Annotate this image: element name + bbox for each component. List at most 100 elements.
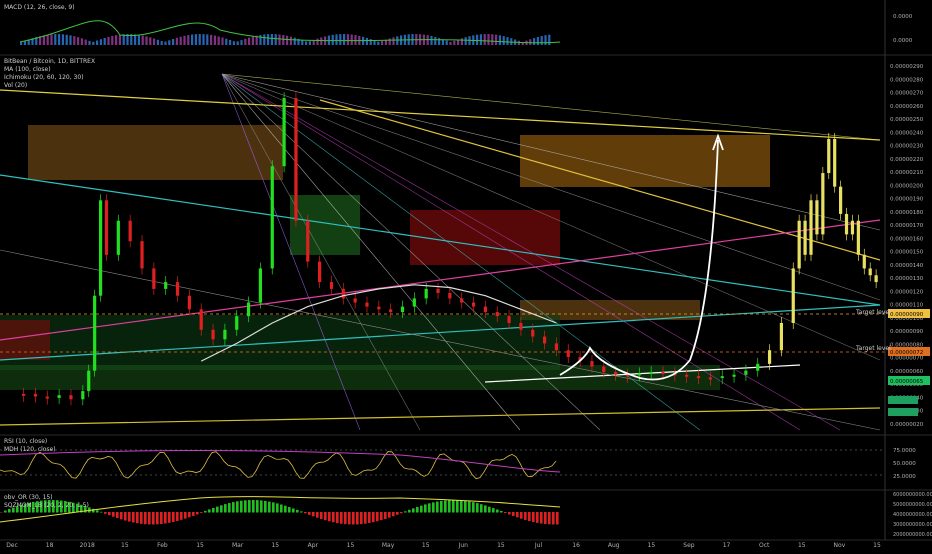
candle-body bbox=[353, 298, 357, 303]
squeeze-bar bbox=[168, 512, 171, 523]
squeeze-bar bbox=[352, 512, 355, 525]
macd-bar bbox=[164, 41, 167, 45]
shaded-zone bbox=[410, 210, 560, 265]
squeeze-bar bbox=[272, 502, 275, 513]
macd-bar bbox=[172, 39, 175, 45]
candle-body bbox=[874, 275, 878, 283]
squeeze-bar bbox=[416, 506, 419, 513]
x-tick-label: 15 bbox=[271, 542, 279, 549]
macd-bar bbox=[498, 35, 501, 45]
macd-bar bbox=[331, 34, 334, 45]
macd-bar bbox=[396, 36, 399, 45]
squeeze-bar bbox=[112, 512, 115, 517]
macd-bar bbox=[305, 41, 308, 45]
squeeze-bar bbox=[380, 512, 383, 521]
y-tick-label: 0.00000210 bbox=[890, 170, 924, 176]
macd-bar bbox=[460, 38, 463, 45]
target-level-lower: Target level bbox=[856, 345, 891, 352]
macd-y-tick: 0.0000 bbox=[893, 14, 913, 20]
x-tick-label: 2018 bbox=[80, 542, 95, 549]
squeeze-bar bbox=[164, 512, 167, 524]
squeeze-bar bbox=[268, 501, 271, 513]
y-tick-label: 0.00000260 bbox=[890, 104, 924, 110]
candle-body bbox=[649, 372, 653, 375]
macd-bar bbox=[381, 40, 384, 45]
candle-body bbox=[821, 173, 825, 235]
macd-bar bbox=[96, 40, 99, 45]
x-tick-label: 15 bbox=[648, 542, 656, 549]
squeeze-bar bbox=[376, 512, 379, 522]
squeeze-bar bbox=[552, 512, 555, 525]
squeeze-bar bbox=[240, 500, 243, 513]
y-tick-label: 0.00000270 bbox=[890, 91, 924, 97]
squeeze-bar bbox=[556, 512, 559, 525]
candle-body bbox=[69, 395, 73, 400]
macd-bar bbox=[134, 34, 137, 45]
x-tick-label: Feb bbox=[157, 542, 168, 549]
macd-bar bbox=[232, 41, 235, 45]
squeeze-bar bbox=[432, 502, 435, 513]
candle-body bbox=[211, 329, 215, 340]
candle-body bbox=[685, 374, 689, 377]
squeeze-bar bbox=[436, 501, 439, 513]
squeeze-bar bbox=[408, 509, 411, 513]
ichimoku-label: Ichimoku (20, 60, 120, 30) bbox=[4, 74, 84, 81]
x-tick-label: Sep bbox=[683, 542, 695, 549]
y-tick-label: 0.00000090 bbox=[890, 329, 924, 335]
rsi-y-tick: 75.0000 bbox=[893, 448, 916, 454]
y-tick-label: 0.00000160 bbox=[890, 236, 924, 242]
squeeze-bar bbox=[176, 512, 179, 521]
candle-body bbox=[590, 361, 594, 367]
macd-bar bbox=[179, 36, 182, 45]
x-tick-label: Jul bbox=[534, 542, 543, 549]
x-tick-label: 17 bbox=[723, 542, 731, 549]
macd-bar bbox=[240, 40, 243, 45]
macd-bar bbox=[377, 41, 380, 45]
squeeze-bar bbox=[316, 512, 319, 518]
squeeze-bar bbox=[188, 512, 191, 518]
macd-bar bbox=[464, 37, 467, 45]
osc-y-tick: 5000000000.0000 bbox=[893, 502, 932, 508]
squeeze-bar bbox=[548, 512, 551, 525]
macd-y-tick: 0.0000 bbox=[893, 38, 913, 44]
macd-bar bbox=[487, 34, 490, 45]
squeeze-bar bbox=[464, 500, 467, 513]
macd-bar bbox=[540, 36, 543, 45]
macd-bar bbox=[194, 34, 197, 45]
macd-bar bbox=[263, 34, 266, 45]
macd-bar bbox=[92, 41, 95, 45]
candle-body bbox=[661, 372, 665, 375]
squeeze-bar bbox=[136, 512, 139, 524]
y-tick-label: 0.00000110 bbox=[890, 303, 924, 309]
squeeze-bar bbox=[4, 510, 7, 513]
candle-body bbox=[856, 220, 860, 255]
squeeze-bar bbox=[228, 503, 231, 513]
chart-zones bbox=[0, 125, 770, 390]
macd-bar bbox=[58, 34, 61, 45]
squeeze-bar bbox=[520, 512, 523, 519]
squeeze-bar bbox=[236, 501, 239, 513]
candle-body bbox=[732, 374, 736, 377]
candle-body bbox=[341, 288, 345, 299]
macd-bar bbox=[175, 37, 178, 45]
candle-body bbox=[844, 213, 849, 235]
candle-body bbox=[223, 329, 227, 340]
candle-body bbox=[436, 288, 440, 293]
macd-bar bbox=[544, 35, 547, 45]
mdh-line bbox=[0, 449, 561, 473]
squeeze-bar bbox=[232, 502, 235, 513]
squeeze-bar bbox=[152, 512, 155, 525]
macd-bar bbox=[274, 34, 277, 45]
macd-bar bbox=[517, 40, 520, 45]
x-tick-label: 15 bbox=[121, 542, 129, 549]
y-tick-label: 0.00000280 bbox=[890, 77, 924, 83]
shaded-zone bbox=[520, 135, 770, 187]
macd-bar bbox=[149, 37, 152, 45]
squeeze-bar bbox=[308, 512, 311, 515]
squeeze-bar bbox=[156, 512, 159, 525]
x-tick-label: 15 bbox=[347, 542, 355, 549]
candle-body bbox=[199, 309, 203, 330]
macd-bar bbox=[69, 35, 72, 45]
candle-body bbox=[471, 302, 476, 307]
x-tick-label: Oct bbox=[759, 542, 770, 549]
